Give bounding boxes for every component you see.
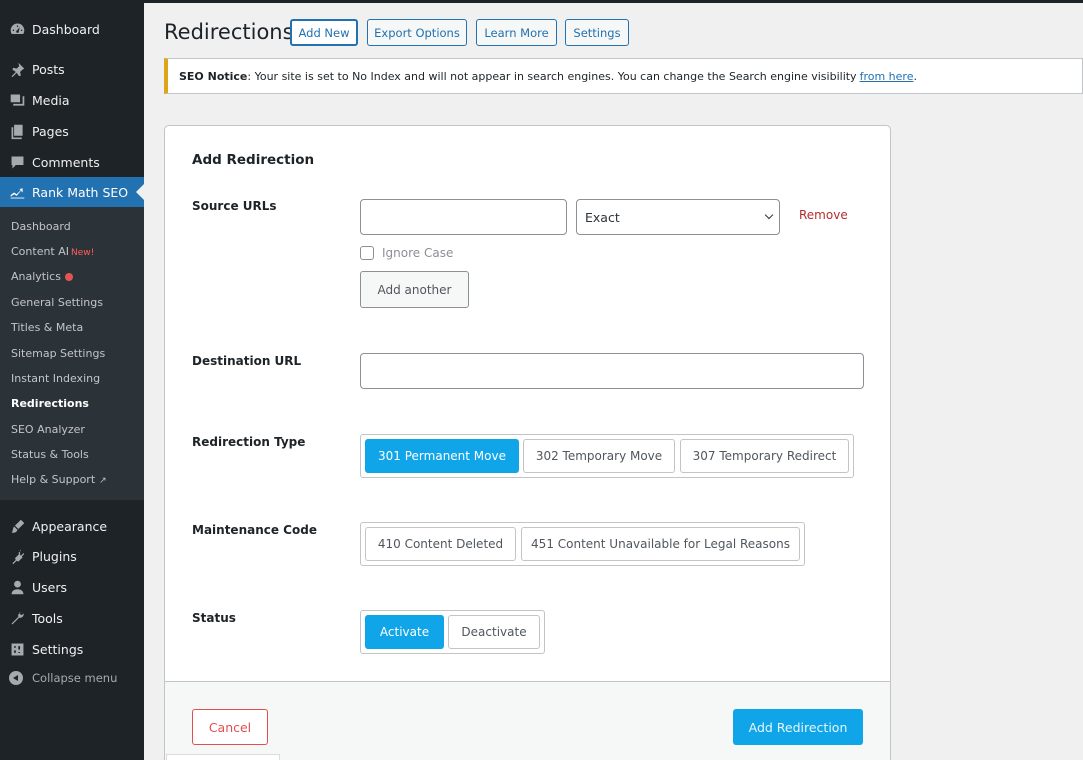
plug-icon — [0, 548, 32, 565]
code-451-button[interactable]: 451 Content Unavailable for Legal Reason… — [521, 527, 800, 561]
menu-label: Pages — [32, 123, 69, 139]
submenu-dashboard[interactable]: Dashboard — [11, 220, 71, 233]
add-another-button[interactable]: Add another — [360, 271, 469, 308]
destination-url-input[interactable] — [360, 353, 864, 389]
notice-label: SEO Notice — [179, 69, 248, 83]
comment-icon — [0, 154, 32, 171]
menu-label: Plugins — [32, 548, 77, 564]
menu-label: Users — [32, 579, 68, 595]
menu-label: Comments — [32, 154, 100, 170]
type-301-button[interactable]: 301 Permanent Move — [365, 439, 519, 473]
add-new-button[interactable]: Add New — [290, 19, 358, 46]
menu-item-dashboard[interactable]: Dashboard — [0, 14, 144, 44]
destination-url-label: Destination URL — [192, 354, 302, 368]
menu-item-users[interactable]: Users — [0, 572, 144, 602]
type-302-button[interactable]: 302 Temporary Move — [523, 439, 675, 473]
maintenance-code-label: Maintenance Code — [192, 523, 317, 537]
admin-bar — [144, 0, 1083, 3]
submenu-general-settings[interactable]: General Settings — [11, 296, 103, 309]
notification-dot-icon — [64, 273, 73, 281]
deactivate-button[interactable]: Deactivate — [448, 615, 540, 649]
redirection-type-group: 301 Permanent Move 302 Temporary Move 30… — [360, 434, 854, 478]
menu-label: Posts — [32, 61, 65, 77]
collapse-arrow-icon — [9, 671, 23, 685]
chevron-down-icon — [764, 210, 774, 220]
submenu-titles-meta[interactable]: Titles & Meta — [11, 321, 83, 334]
dashboard-icon — [0, 21, 32, 38]
code-410-button[interactable]: 410 Content Deleted — [365, 527, 516, 561]
menu-label: Appearance — [32, 518, 108, 534]
external-link-icon: ↗ — [99, 476, 107, 486]
menu-item-comments[interactable]: Comments — [0, 147, 144, 177]
rank-math-icon — [0, 184, 32, 201]
menu-label: Settings — [32, 641, 84, 657]
menu-item-plugins[interactable]: Plugins — [0, 541, 144, 571]
user-icon — [0, 579, 32, 596]
new-badge: New! — [71, 248, 95, 258]
submenu-redirections[interactable]: Redirections — [11, 397, 89, 410]
activate-button[interactable]: Activate — [365, 615, 444, 649]
form-title: Add Redirection — [192, 152, 315, 168]
menu-item-appearance[interactable]: Appearance — [0, 511, 144, 541]
ignore-case-checkbox[interactable] — [360, 246, 374, 260]
remove-source-link[interactable]: Remove — [799, 208, 848, 222]
pin-icon — [0, 61, 32, 78]
media-icon — [0, 92, 32, 109]
submenu-seo-analyzer[interactable]: SEO Analyzer — [11, 423, 85, 436]
menu-item-media[interactable]: Media — [0, 85, 144, 115]
admin-sidebar: Dashboard Posts Media Pages Comments Ran… — [0, 0, 144, 760]
collapse-menu-button[interactable]: Collapse menu — [0, 667, 144, 689]
notice-text: : Your site is set to No Index and will … — [247, 69, 857, 83]
notice-link[interactable]: from here — [860, 70, 914, 83]
export-options-button[interactable]: Export Options — [367, 19, 467, 46]
type-307-button[interactable]: 307 Temporary Redirect — [680, 439, 849, 473]
rank-math-submenu: Dashboard Content AI New! Analytics Gener… — [0, 207, 144, 500]
brush-icon — [0, 518, 32, 535]
source-urls-label: Source URLs — [192, 199, 277, 213]
menu-item-tools[interactable]: Tools — [0, 603, 144, 633]
cancel-button[interactable]: Cancel — [192, 709, 268, 745]
menu-label: Media — [32, 92, 70, 108]
learn-more-button[interactable]: Learn More — [476, 19, 557, 46]
sliders-icon — [0, 641, 32, 658]
submenu-analytics[interactable]: Analytics — [11, 270, 73, 283]
submenu-status-tools[interactable]: Status & Tools — [11, 448, 89, 461]
match-type-value: Exact — [585, 209, 620, 225]
menu-label: Tools — [32, 610, 63, 626]
seo-notice: SEO Notice: Your site is set to No Index… — [164, 58, 1083, 94]
notice-end: . — [913, 69, 917, 83]
menu-item-pages[interactable]: Pages — [0, 116, 144, 146]
menu-label: Rank Math SEO — [32, 184, 129, 200]
menu-item-settings[interactable]: Settings — [0, 634, 144, 664]
submenu-instant-indexing[interactable]: Instant Indexing — [11, 372, 100, 385]
page-title: Redirections — [164, 20, 294, 44]
add-redirection-button[interactable]: Add Redirection — [733, 709, 863, 745]
maintenance-code-group: 410 Content Deleted 451 Content Unavaila… — [360, 522, 805, 566]
tab-stub — [166, 754, 280, 760]
settings-button[interactable]: Settings — [565, 19, 629, 46]
collapse-label: Collapse menu — [32, 671, 118, 685]
status-label: Status — [192, 611, 236, 625]
menu-item-posts[interactable]: Posts — [0, 54, 144, 84]
match-type-select[interactable]: Exact — [576, 199, 780, 235]
submenu-help-support[interactable]: Help & Support ↗ — [11, 473, 107, 486]
pages-icon — [0, 123, 32, 140]
redirection-type-label: Redirection Type — [192, 435, 306, 449]
submenu-sitemap-settings[interactable]: Sitemap Settings — [11, 347, 105, 360]
wrench-icon — [0, 610, 32, 627]
ignore-case-label: Ignore Case — [382, 246, 454, 260]
submenu-content-ai[interactable]: Content AI New! — [11, 245, 94, 258]
menu-item-rank-math-seo[interactable]: Rank Math SEO — [0, 177, 144, 207]
menu-label: Dashboard — [32, 21, 100, 37]
source-url-input[interactable] — [360, 199, 567, 235]
status-group: Activate Deactivate — [360, 610, 545, 654]
